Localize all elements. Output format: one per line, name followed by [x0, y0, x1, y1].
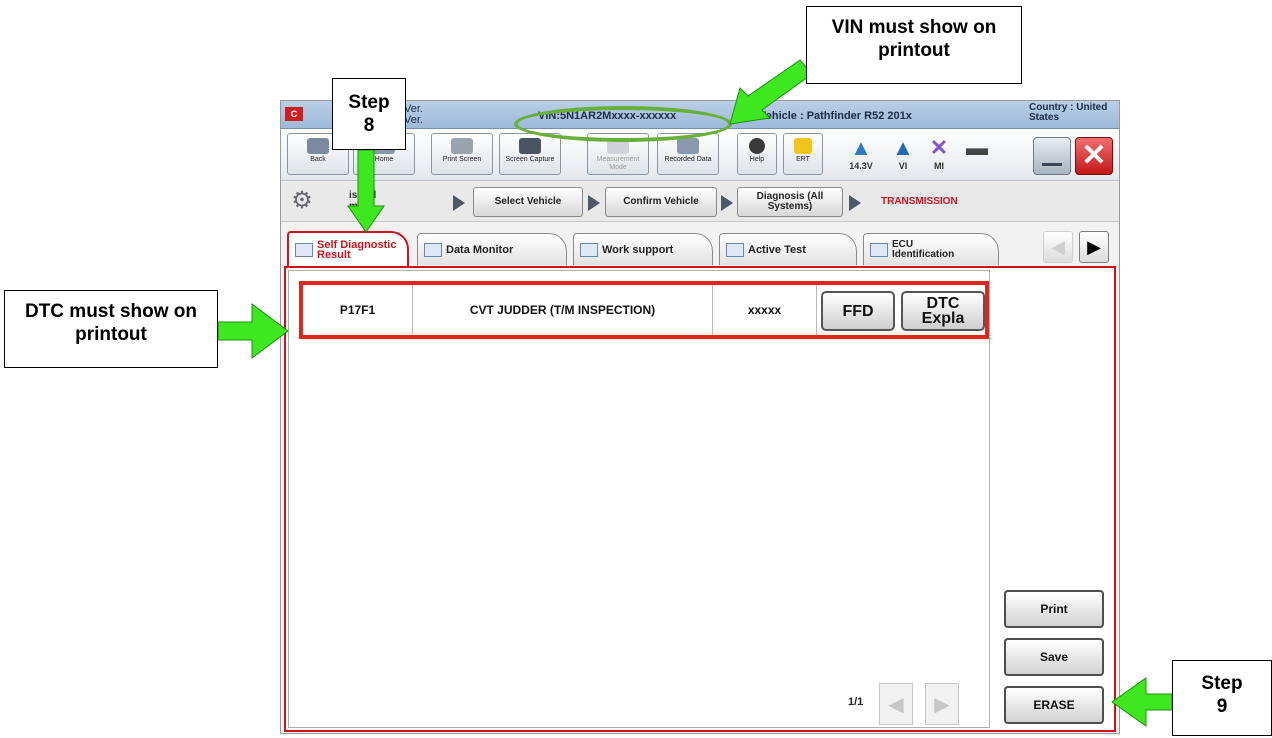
printer-icon: [451, 138, 473, 154]
car-battery-icon: ▲: [850, 135, 872, 160]
ert-button[interactable]: ERT: [783, 133, 823, 175]
work-support-icon: [580, 242, 598, 257]
active-test-icon: [726, 242, 744, 257]
consult-window: C s Ver. Ver. VIN:5N1AR2Mxxxx-xxxxxx Veh…: [280, 100, 1120, 734]
tab-ecu-identification[interactable]: ECU Identification: [863, 233, 999, 265]
screen-capture-button[interactable]: Screen Capture: [499, 133, 561, 175]
version-label: Ver.: [404, 114, 423, 126]
breadcrumb-select-vehicle[interactable]: Select Vehicle: [473, 187, 583, 217]
page-indicator: 1/1: [848, 696, 864, 708]
step9-arrow: [1111, 677, 1173, 727]
back-arrow-icon: [307, 138, 329, 154]
tab-next-button[interactable]: ▶: [1079, 231, 1109, 263]
vin-callout: VIN must show on printout: [806, 6, 1022, 84]
minimize-button[interactable]: [1033, 137, 1071, 175]
country-text: Country : United States: [1029, 102, 1108, 123]
battery-voltage-status: ▲ 14.3V: [843, 135, 879, 171]
mi-cross-icon: ✕: [929, 135, 949, 160]
print-button[interactable]: Print: [1004, 590, 1104, 628]
vin-highlight-ellipse: [514, 106, 732, 142]
diagnostic-icon: [295, 243, 313, 257]
help-icon: [749, 138, 765, 154]
dtc-callout: DTC must show on printout: [4, 290, 218, 368]
dtc-description: CVT JUDDER (T/M INSPECTION): [413, 285, 713, 335]
dtc-count: xxxxx: [713, 285, 817, 335]
breadcrumb-diagnosis-all-systems[interactable]: Diagnosis (All Systems): [737, 187, 843, 217]
signal-icon: ▲: [892, 135, 914, 160]
tab-self-diagnostic-result[interactable]: Self Diagnostic Result: [287, 231, 409, 267]
warning-icon: [794, 138, 812, 154]
recorded-data-icon: [677, 138, 699, 154]
breadcrumb-arrow-icon: [453, 195, 465, 211]
page-next-button[interactable]: ▶: [925, 683, 959, 725]
print-screen-button[interactable]: Print Screen: [431, 133, 493, 175]
monitor-icon: [424, 242, 442, 257]
dtc-explanation-button[interactable]: DTC Expla: [901, 291, 985, 331]
breadcrumb: ⚙ is (All ms) Select Vehicle Confirm Veh…: [281, 182, 1119, 222]
breadcrumb-arrow-icon: [588, 195, 600, 211]
toolbar: Back Home Print Screen Screen Capture Me…: [281, 129, 1119, 181]
breadcrumb-arrow-icon: [721, 195, 733, 211]
step8-callout: Step 8: [332, 78, 406, 150]
dtc-code: P17F1: [303, 285, 413, 335]
ecu-icon: [870, 242, 888, 257]
tab-prev-button[interactable]: ◀: [1043, 231, 1073, 263]
dtc-arrow: [217, 303, 289, 359]
erase-button[interactable]: ERASE: [1004, 686, 1104, 724]
page-prev-button[interactable]: ◀: [879, 683, 913, 725]
battery-status: ▬: [959, 135, 995, 161]
vi-status: ▲ VI: [885, 135, 921, 171]
ffd-button[interactable]: FFD: [821, 291, 895, 331]
dtc-row[interactable]: P17F1 CVT JUDDER (T/M INSPECTION) xxxxx …: [299, 281, 989, 339]
breadcrumb-current: TRANSMISSION: [881, 196, 958, 207]
tab-data-monitor[interactable]: Data Monitor: [417, 233, 567, 265]
tab-bar: Self Diagnostic Result Data Monitor Work…: [281, 223, 1119, 267]
close-button[interactable]: ✕: [1075, 137, 1113, 175]
mi-status: ✕ MI: [921, 135, 957, 171]
tab-active-test[interactable]: Active Test: [719, 233, 857, 265]
technician-icon: ⚙: [291, 187, 313, 214]
self-diagnostic-panel: P17F1 CVT JUDDER (T/M INSPECTION) xxxxx …: [284, 266, 1116, 732]
tab-work-support[interactable]: Work support: [573, 233, 713, 265]
breadcrumb-confirm-vehicle[interactable]: Confirm Vehicle: [605, 187, 717, 217]
breadcrumb-arrow-icon: [849, 195, 861, 211]
battery-icon: ▬: [966, 135, 988, 160]
camera-icon: [519, 138, 541, 154]
help-button[interactable]: Help: [737, 133, 777, 175]
save-button[interactable]: Save: [1004, 638, 1104, 676]
app-logo-icon: C: [285, 107, 303, 121]
dtc-list: P17F1 CVT JUDDER (T/M INSPECTION) xxxxx …: [288, 270, 990, 728]
vehicle-text: Vehicle : Pathfinder R52 201x: [759, 110, 912, 122]
breadcrumb-first[interactable]: is (All ms): [349, 190, 376, 212]
step9-callout: Step 9: [1172, 660, 1272, 736]
